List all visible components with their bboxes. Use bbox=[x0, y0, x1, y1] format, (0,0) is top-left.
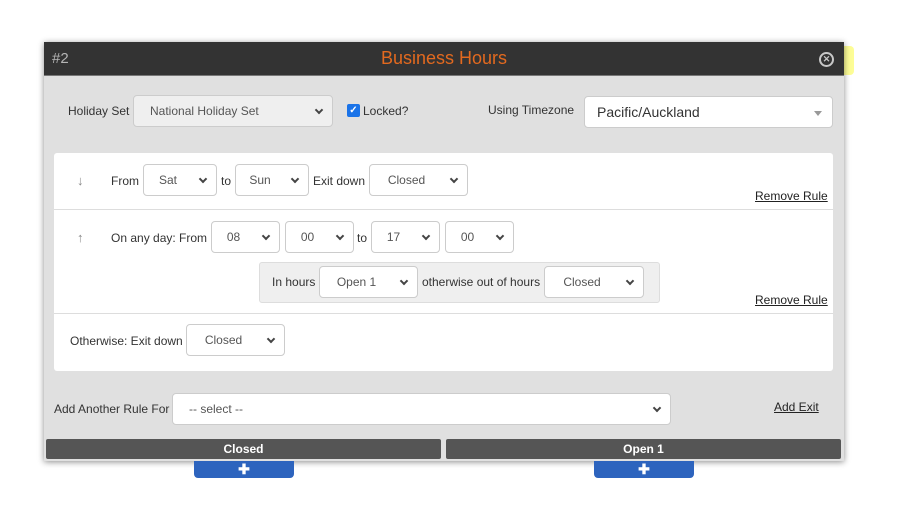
rule1-to-day-select[interactable]: Sun bbox=[235, 164, 309, 196]
rule2-remove-link[interactable]: Remove Rule bbox=[755, 293, 828, 307]
rules-panel: ↓ From Sat to Sun Exit down Closed Remov… bbox=[54, 153, 833, 371]
rule1-from-day-value: Sat bbox=[158, 173, 177, 187]
chevron-down-icon bbox=[335, 231, 345, 241]
chevron-down-icon bbox=[266, 334, 276, 344]
add-rule-label: Add Another Rule For bbox=[54, 402, 170, 416]
chevron-down-icon bbox=[261, 231, 271, 241]
arrow-up-icon[interactable]: ↑ bbox=[77, 231, 87, 244]
timezone-label: Using Timezone bbox=[488, 103, 575, 117]
holiday-set-label: Holiday Set bbox=[68, 104, 130, 118]
chevron-down-icon bbox=[449, 174, 459, 184]
rule1-exit-value: Closed bbox=[387, 173, 426, 187]
in-hours-label: In hours bbox=[272, 275, 316, 289]
add-exit-link[interactable]: Add Exit bbox=[774, 400, 819, 414]
arrow-down-icon[interactable]: ↓ bbox=[77, 174, 87, 187]
otherwise-label: Otherwise: Exit down bbox=[70, 334, 183, 348]
exit-open-1[interactable]: Open 1 bbox=[446, 439, 841, 459]
out-hours-value: Closed bbox=[563, 275, 601, 289]
holiday-set-select[interactable]: National Holiday Set bbox=[133, 95, 333, 127]
rule2-from-hour-select[interactable]: 08 bbox=[211, 221, 280, 253]
rule2-from-label: On any day: From bbox=[111, 231, 208, 245]
otherwise-exit-select[interactable]: Closed bbox=[186, 324, 285, 356]
timezone-value: Pacific/Auckland bbox=[597, 104, 700, 120]
close-icon[interactable]: ✕ bbox=[819, 52, 834, 67]
in-hours-value: Open 1 bbox=[336, 275, 377, 289]
out-hours-select[interactable]: Closed bbox=[544, 266, 644, 298]
plus-icon: ✚ bbox=[638, 461, 650, 477]
rule1-from-label: From bbox=[111, 174, 139, 188]
add-rule-value: -- select -- bbox=[189, 402, 243, 416]
dialog-title: Business Hours bbox=[380, 48, 508, 68]
add-connection-button-open-1[interactable]: ✚ bbox=[594, 461, 694, 478]
rule2-from-minute-value: 00 bbox=[300, 230, 315, 244]
rule1-exit-label: Exit down bbox=[313, 174, 366, 188]
chevron-down-icon bbox=[399, 276, 409, 286]
rule-divider bbox=[54, 209, 833, 210]
add-rule-select[interactable]: -- select -- bbox=[172, 393, 671, 425]
chevron-down-icon bbox=[421, 231, 431, 241]
rule-divider bbox=[54, 313, 833, 314]
rule1-remove-link[interactable]: Remove Rule bbox=[755, 189, 828, 203]
chevron-down-icon bbox=[198, 174, 208, 184]
locked-checkbox[interactable]: ✓ bbox=[347, 104, 360, 117]
chevron-down-icon bbox=[290, 174, 300, 184]
rule2-to-hour-value: 17 bbox=[386, 230, 401, 244]
rule2-from-hour-value: 08 bbox=[226, 230, 241, 244]
otherwise-exit-value: Closed bbox=[204, 333, 243, 347]
rule1-from-day-select[interactable]: Sat bbox=[143, 164, 217, 196]
plus-icon: ✚ bbox=[238, 461, 250, 477]
rule2-to-minute-select[interactable]: 00 bbox=[445, 221, 514, 253]
timezone-select[interactable]: Pacific/Auckland bbox=[584, 96, 833, 128]
chevron-down-icon bbox=[652, 403, 662, 413]
in-hours-select[interactable]: Open 1 bbox=[319, 266, 418, 298]
chevron-down-icon bbox=[314, 105, 324, 115]
caret-down-icon bbox=[814, 111, 822, 116]
rule1-to-label: to bbox=[221, 174, 232, 188]
chevron-down-icon bbox=[495, 231, 505, 241]
rule2-to-hour-select[interactable]: 17 bbox=[371, 221, 440, 253]
add-connection-button-closed[interactable]: ✚ bbox=[194, 461, 294, 478]
rule1-exit-select[interactable]: Closed bbox=[369, 164, 468, 196]
out-hours-label: otherwise out of hours bbox=[422, 275, 541, 289]
holiday-set-value: National Holiday Set bbox=[150, 104, 259, 118]
rule2-to-label: to bbox=[357, 231, 368, 245]
locked-label: Locked? bbox=[363, 104, 409, 118]
chevron-down-icon bbox=[625, 276, 635, 286]
business-hours-dialog: #2 Business Hours ✕ Holiday Set National… bbox=[44, 42, 844, 461]
rule1-to-day-value: Sun bbox=[249, 173, 271, 187]
exit-closed[interactable]: Closed bbox=[46, 439, 441, 459]
title-bar[interactable]: #2 Business Hours ✕ bbox=[44, 42, 844, 76]
rule2-from-minute-select[interactable]: 00 bbox=[285, 221, 354, 253]
rule2-to-minute-value: 00 bbox=[460, 230, 475, 244]
in-hours-group: In hours Open 1 otherwise out of hours C… bbox=[259, 262, 660, 303]
